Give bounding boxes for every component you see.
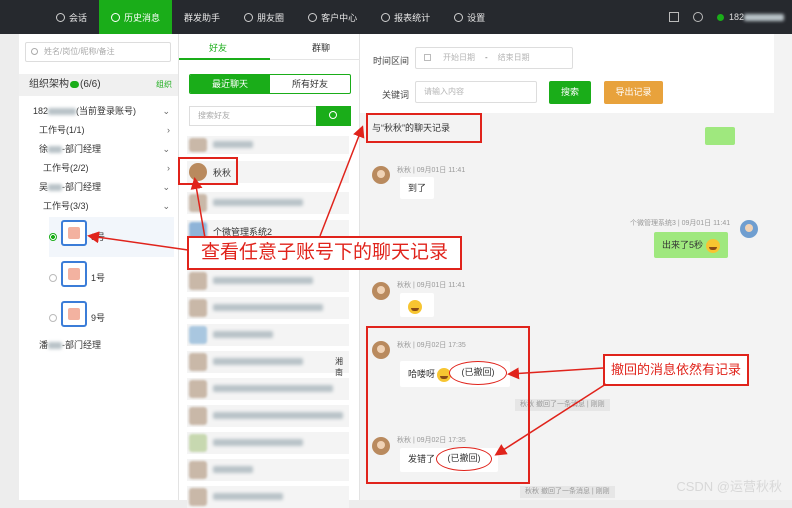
watermark: CSDN @运营秋秋 <box>676 476 782 495</box>
arrow-to-recall-1 <box>510 368 603 374</box>
arrow-to-friend <box>195 180 205 238</box>
arrow-to-recall-2 <box>497 384 606 454</box>
arrow-to-account <box>90 236 188 250</box>
annotation-arrows <box>0 0 792 500</box>
arrow-to-title <box>320 128 362 236</box>
